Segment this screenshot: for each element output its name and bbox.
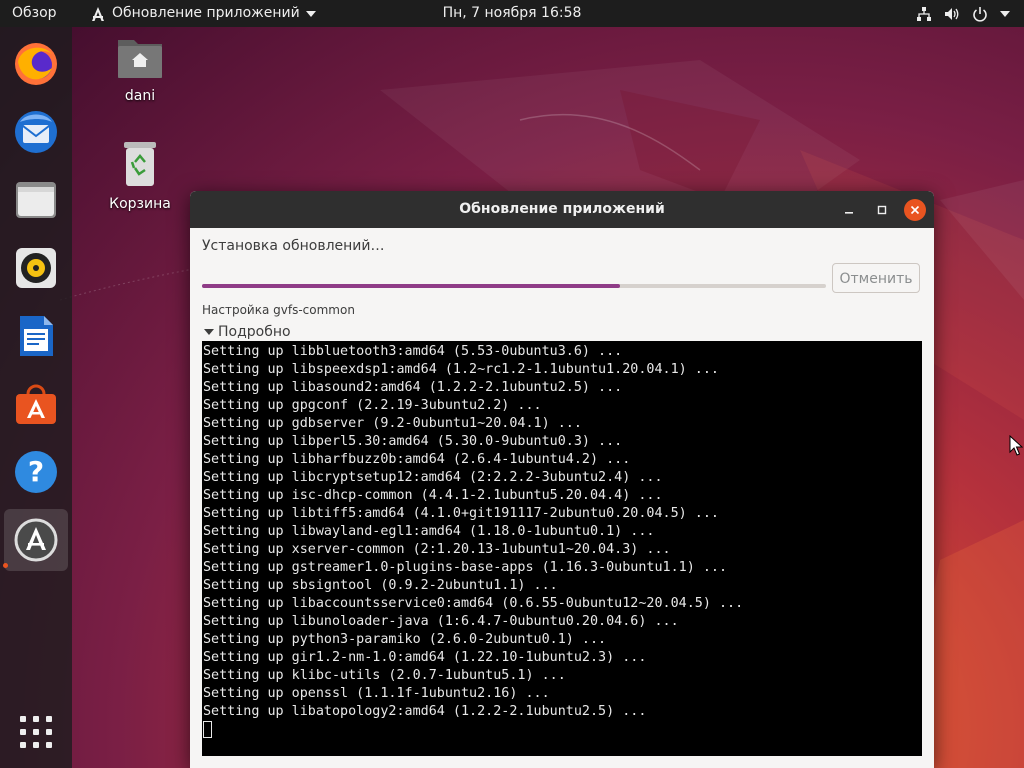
terminal-line: Setting up gdbserver (9.2-0ubuntu1~20.04… [203, 416, 582, 431]
terminal-line: Setting up libwayland-egl1:amd64 (1.18.0… [203, 524, 655, 539]
desktop-icon-home[interactable]: dani [100, 36, 180, 104]
app-grid-icon [20, 716, 52, 748]
minimize-icon [845, 212, 853, 214]
maximize-button[interactable] [871, 199, 893, 221]
mouse-pointer-icon [1009, 435, 1023, 456]
progress-fill [202, 284, 621, 288]
show-applications-button[interactable] [4, 701, 68, 763]
details-expander[interactable]: Подробно [204, 324, 291, 340]
thunderbird-icon [15, 111, 57, 153]
expander-arrow-icon [204, 329, 214, 335]
window-title: Обновление приложений [459, 201, 665, 217]
maximize-icon [877, 205, 887, 215]
window-body: Установка обновлений… Отменить Настройка… [190, 228, 934, 768]
desktop-icon-label: Корзина [109, 196, 171, 212]
svg-text:?: ? [28, 455, 44, 488]
terminal-line: Setting up klibc-utils (2.0.7-1ubuntu5.1… [203, 668, 566, 683]
writer-icon [20, 316, 53, 356]
terminal-line: Setting up libtiff5:amd64 (4.1.0+git1911… [203, 506, 719, 521]
progress-bar [202, 284, 826, 288]
files-icon [16, 182, 56, 218]
activities-button[interactable]: Обзор [12, 0, 57, 27]
terminal-line: Setting up openssl (1.1.1f-1ubuntu2.16) … [203, 686, 550, 701]
dock-item-software[interactable] [4, 373, 68, 435]
help-icon: ? [15, 451, 57, 493]
terminal-line: Setting up libharfbuzz0b:amd64 (2.6.4-1u… [203, 452, 631, 467]
terminal-line: Setting up libunoloader-java (1:6.4.7-0u… [203, 614, 679, 629]
dock-item-rhythmbox[interactable] [4, 237, 68, 299]
rhythmbox-icon [16, 248, 56, 288]
terminal-line: Setting up gpgconf (2.2.19-3ubuntu2.2) .… [203, 398, 542, 413]
system-tray[interactable] [916, 0, 1010, 27]
chevron-down-icon [305, 10, 316, 17]
app-menu-label: Обновление приложений [112, 5, 300, 21]
terminal-line: Setting up libperl5.30:amd64 (5.30.0-9ub… [203, 434, 623, 449]
software-icon [16, 384, 56, 424]
dock-item-files[interactable] [4, 169, 68, 231]
terminal-line: Setting up python3-paramiko (2.6.0-2ubun… [203, 632, 607, 647]
updater-icon [92, 6, 104, 21]
close-button[interactable] [904, 199, 926, 221]
close-icon [910, 205, 920, 215]
volume-icon [945, 7, 959, 20]
running-indicator [3, 563, 8, 568]
home-folder-icon [118, 40, 162, 78]
terminal-line: Setting up isc-dhcp-common (4.4.1-2.1ubu… [203, 488, 663, 503]
terminal-prompt-line [203, 721, 922, 739]
terminal-output[interactable]: Setting up libbluetooth3:amd64 (5.53-0ub… [202, 341, 922, 756]
terminal-line: Setting up sbsigntool (0.9.2-2ubuntu1.1)… [203, 578, 558, 593]
terminal-line: Setting up libaccountsservice0:amd64 (0.… [203, 596, 744, 611]
chevron-down-icon [1000, 10, 1010, 17]
details-label: Подробно [218, 324, 291, 340]
desktop-icon-trash[interactable]: Корзина [100, 140, 180, 212]
terminal-line: Setting up libasound2:amd64 (1.2.2-2.1ub… [203, 380, 623, 395]
terminal-line: Setting up libspeexdsp1:amd64 (1.2~rc1.2… [203, 362, 719, 377]
dock-item-thunderbird[interactable] [4, 101, 68, 163]
window-titlebar[interactable]: Обновление приложений [190, 191, 934, 228]
top-bar: Обзор Обновление приложений Пн, 7 ноября… [0, 0, 1024, 27]
desktop-icon-label: dani [124, 88, 156, 104]
power-icon [973, 6, 987, 22]
trash-icon [124, 142, 156, 186]
network-icon [917, 6, 931, 21]
dock: ? [0, 27, 72, 768]
terminal-line: Setting up gstreamer1.0-plugins-base-app… [203, 560, 728, 575]
firefox-icon [15, 43, 57, 85]
updater-icon [14, 518, 58, 562]
dock-item-firefox[interactable] [4, 33, 68, 95]
status-title: Установка обновлений… [202, 238, 385, 254]
dock-item-writer[interactable] [4, 305, 68, 367]
dock-item-software-updater[interactable] [4, 509, 68, 571]
minimize-button[interactable] [838, 199, 860, 221]
clock[interactable]: Пн, 7 ноября 16:58 [443, 5, 582, 21]
software-updater-window: Обновление приложений Установка обновлен… [190, 191, 934, 768]
terminal-line: Setting up libatopology2:amd64 (1.2.2-2.… [203, 704, 647, 719]
terminal-line: Setting up libbluetooth3:amd64 (5.53-0ub… [203, 344, 623, 359]
terminal-line: Setting up gir1.2-nm-1.0:amd64 (1.22.10-… [203, 650, 647, 665]
dock-item-help[interactable]: ? [4, 441, 68, 503]
current-action-label: Настройка gvfs-common [202, 303, 355, 317]
terminal-line: Setting up libcryptsetup12:amd64 (2:2.2.… [203, 470, 663, 485]
app-menu[interactable]: Обновление приложений [90, 0, 316, 27]
terminal-line: Setting up xserver-common (2:1.20.13-1ub… [203, 542, 671, 557]
cancel-button[interactable]: Отменить [832, 263, 920, 293]
terminal-cursor [203, 721, 212, 738]
